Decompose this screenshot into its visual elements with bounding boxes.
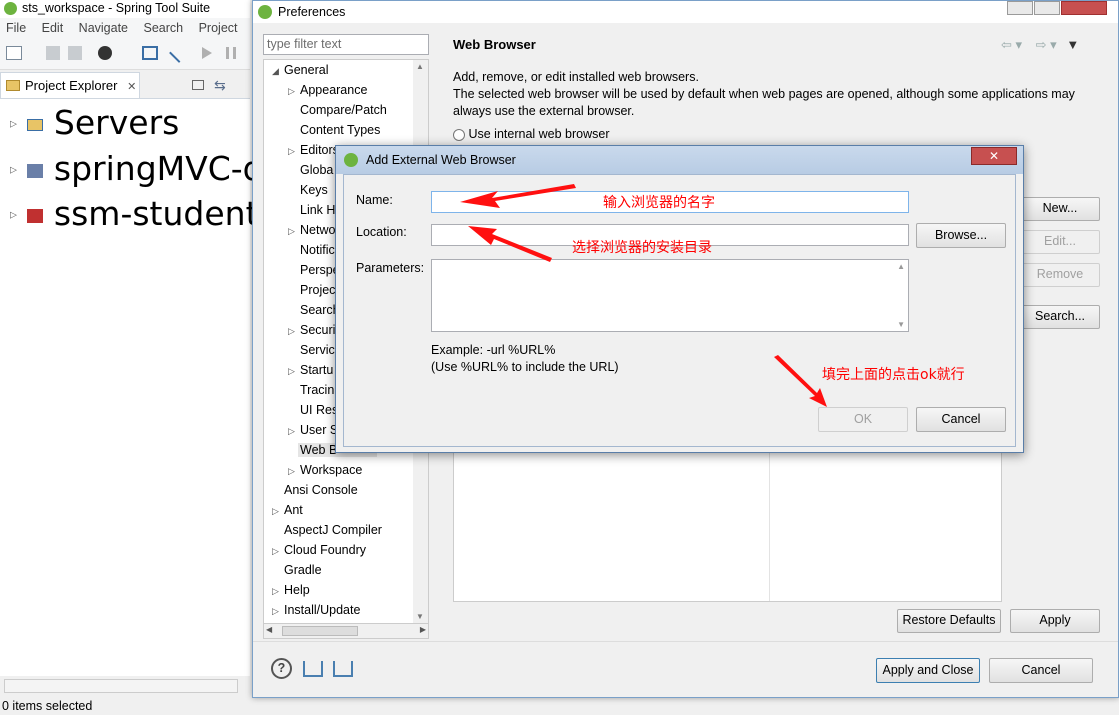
arrow-to-location	[468, 226, 552, 262]
name-annotation: 输入浏览器的名字	[603, 195, 715, 211]
location-annotation: 选择浏览器的安装目录	[572, 240, 712, 256]
arrow-to-name	[460, 184, 576, 208]
arrow-to-ok	[774, 355, 827, 407]
annotation-arrows	[460, 184, 827, 407]
ok-annotation: 填完上面的点击ok就行	[822, 367, 965, 383]
